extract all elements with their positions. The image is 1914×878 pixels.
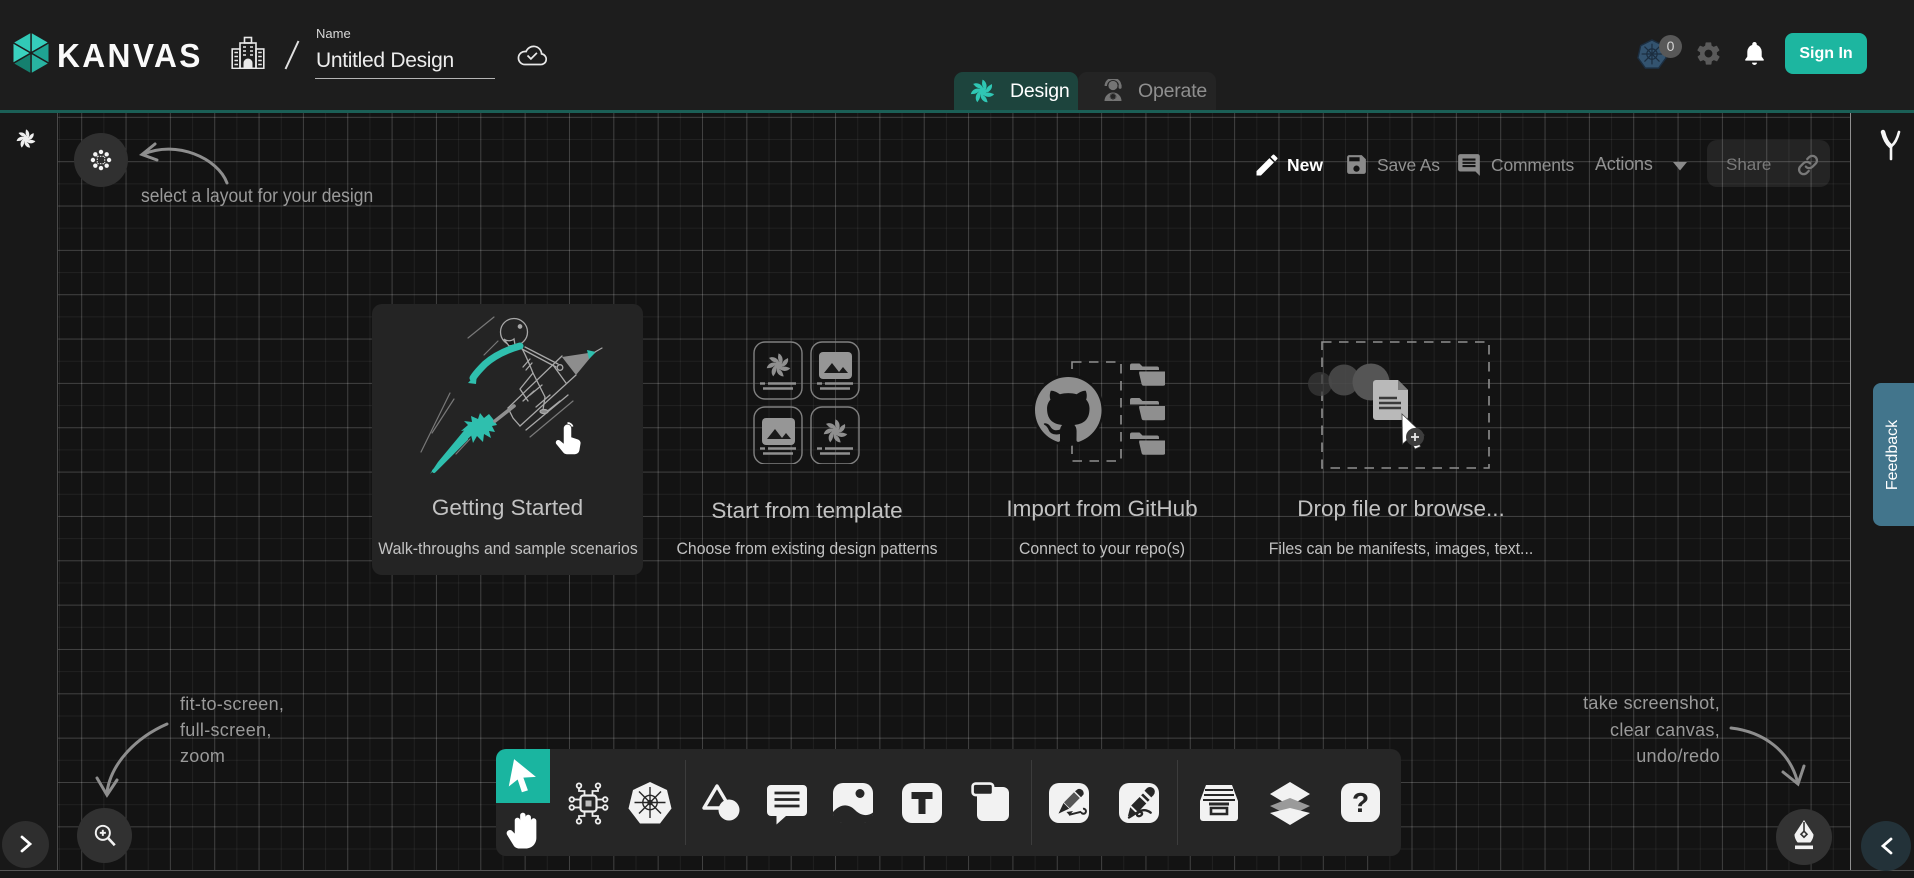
- svg-text:?: ?: [1352, 787, 1369, 818]
